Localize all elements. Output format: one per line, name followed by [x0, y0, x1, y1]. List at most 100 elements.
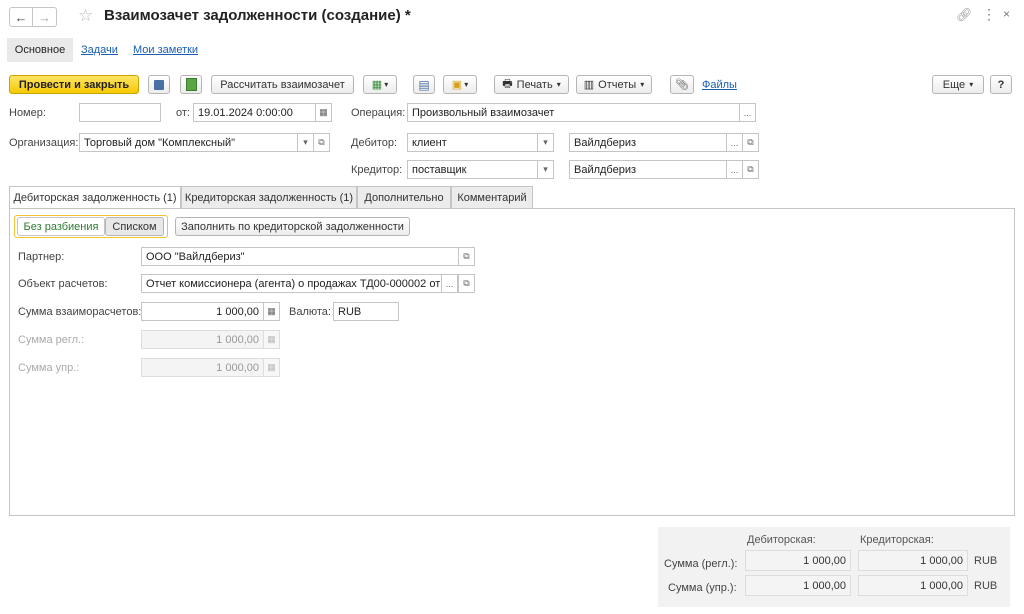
- creditor-label: Кредитор:: [351, 164, 403, 176]
- creditor-type-input[interactable]: поставщик: [407, 160, 538, 179]
- debtor-open-button[interactable]: ⧉: [742, 133, 759, 152]
- organization-open-button[interactable]: ⧉: [313, 133, 330, 152]
- link-icon[interactable]: 🔗︎: [956, 7, 973, 23]
- help-button[interactable]: ?: [990, 75, 1012, 94]
- number-label: Номер:: [9, 107, 46, 119]
- arrow-left-icon: ←: [14, 9, 28, 25]
- fill-by-credit-button[interactable]: Заполнить по кредиторской задолженности: [175, 217, 410, 236]
- sum-reg-calculator-button: ▦: [263, 330, 280, 349]
- organization-dropdown[interactable]: ▾: [297, 133, 314, 152]
- calendar-button[interactable]: ▦: [315, 103, 332, 122]
- structure-button[interactable]: ▤: [413, 75, 435, 94]
- chevron-down-icon: ▾: [543, 137, 548, 147]
- nav-notes[interactable]: Мои заметки: [133, 44, 198, 56]
- operation-input[interactable]: Произвольный взаимозачет: [407, 103, 740, 122]
- post-document-icon: [185, 78, 197, 91]
- reports-button[interactable]: ▥ Отчеты ▾: [576, 75, 652, 94]
- date-label: от:: [176, 107, 190, 119]
- calculator-icon: ▦: [267, 362, 276, 372]
- ellipsis-icon: ...: [743, 107, 752, 118]
- chevron-down-icon: ▾: [640, 80, 645, 89]
- totals-upr-currency: RUB: [974, 580, 998, 592]
- creditor-input[interactable]: Вайлдбериз: [569, 160, 727, 179]
- chevron-down-icon: ▾: [384, 80, 389, 89]
- debtor-label: Дебитор:: [351, 137, 398, 149]
- partner-input[interactable]: ООО "Вайлдбериз": [141, 247, 459, 266]
- open-window-icon: ⧉: [463, 251, 470, 261]
- sum-input[interactable]: 1 000,00: [141, 302, 264, 321]
- reports-label: Отчеты: [598, 78, 637, 91]
- open-window-icon: ⧉: [747, 137, 754, 147]
- tab-comment[interactable]: Комментарий: [451, 186, 533, 208]
- partner-label: Партнер:: [18, 251, 65, 263]
- nav-main[interactable]: Основное: [7, 38, 73, 62]
- open-window-icon: ⧉: [318, 137, 325, 147]
- calc-offset-button[interactable]: Рассчитать взаимозачет: [211, 75, 354, 94]
- more-button[interactable]: Еще ▾: [932, 75, 984, 94]
- list-mode-button[interactable]: Списком: [105, 217, 164, 236]
- debtor-type-input[interactable]: клиент: [407, 133, 538, 152]
- forward-button[interactable]: →: [33, 7, 57, 27]
- debtor-select-button[interactable]: ...: [726, 133, 743, 152]
- print-label: Печать: [516, 78, 553, 91]
- save-button[interactable]: [148, 75, 170, 94]
- partner-open-button[interactable]: ⧉: [458, 247, 475, 266]
- date-input[interactable]: 19.01.2024 0:00:00: [193, 103, 316, 122]
- printer-icon: 🖶: [502, 78, 513, 90]
- no-split-button[interactable]: Без разбиения: [17, 217, 105, 236]
- currency-input[interactable]: RUB: [333, 302, 399, 321]
- object-select-button[interactable]: ...: [441, 274, 458, 293]
- attach-button[interactable]: 📎︎: [670, 75, 694, 94]
- number-input[interactable]: [79, 103, 161, 122]
- totals-reg-label: Сумма (регл.):: [664, 558, 738, 570]
- organization-input[interactable]: Торговый дом "Комплексный": [79, 133, 298, 152]
- debtor-type-dropdown[interactable]: ▾: [537, 133, 554, 152]
- back-button[interactable]: ←: [9, 7, 33, 27]
- more-vertical-icon[interactable]: ⋮: [982, 6, 996, 23]
- calendar-icon: ▦: [319, 107, 328, 117]
- create-based-on-button[interactable]: ▦ ▾: [363, 75, 397, 94]
- sum-reg-label: Сумма регл.:: [18, 334, 85, 346]
- chevron-down-icon: ▾: [556, 80, 561, 89]
- totals-reg-currency: RUB: [974, 555, 998, 567]
- calculator-icon: ▦: [267, 334, 276, 344]
- creditor-select-button[interactable]: ...: [726, 160, 743, 179]
- nav-tasks[interactable]: Задачи: [81, 44, 118, 56]
- tab-credit[interactable]: Кредиторская задолженность (1): [181, 186, 357, 208]
- create-based-icon: ▦: [371, 79, 383, 91]
- related-docs-button[interactable]: ▣ ▾: [443, 75, 477, 94]
- sum-upr-calculator-button: ▦: [263, 358, 280, 377]
- sum-upr-input: 1 000,00: [141, 358, 264, 377]
- object-input[interactable]: Отчет комиссионера (агента) о продажах Т…: [141, 274, 442, 293]
- tab-debit[interactable]: Дебиторская задолженность (1): [9, 186, 181, 209]
- post-button[interactable]: [180, 75, 202, 94]
- close-icon[interactable]: ×: [1003, 7, 1010, 21]
- open-window-icon: ⧉: [463, 278, 470, 288]
- arrow-right-icon: →: [38, 9, 51, 25]
- chevron-down-icon: ▾: [464, 80, 469, 89]
- operation-select-button[interactable]: ...: [739, 103, 756, 122]
- debtor-input[interactable]: Вайлдбериз: [569, 133, 727, 152]
- post-and-close-button[interactable]: Провести и закрыть: [9, 75, 139, 94]
- object-open-button[interactable]: ⧉: [458, 274, 475, 293]
- creditor-type-dropdown[interactable]: ▾: [537, 160, 554, 179]
- sum-calculator-button[interactable]: ▦: [263, 302, 280, 321]
- nav-main-label: Основное: [14, 44, 66, 56]
- currency-label: Валюта:: [289, 306, 331, 318]
- tab-additional[interactable]: Дополнительно: [357, 186, 451, 208]
- totals-upr-label: Сумма (упр.):: [668, 582, 737, 594]
- object-label: Объект расчетов:: [18, 278, 108, 290]
- paperclip-icon: 📎︎: [675, 79, 689, 91]
- totals-upr-debit: 1 000,00: [745, 575, 851, 596]
- more-label: Еще: [942, 78, 966, 91]
- creditor-open-button[interactable]: ⧉: [742, 160, 759, 179]
- totals-upr-credit: 1 000,00: [858, 575, 968, 596]
- favorite-star-icon[interactable]: ☆: [78, 6, 93, 26]
- chevron-down-icon: ▾: [543, 164, 548, 174]
- ellipsis-icon: ...: [730, 137, 739, 148]
- files-link[interactable]: Файлы: [702, 79, 737, 91]
- document-structure-icon: ▤: [418, 77, 430, 92]
- operation-label: Операция:: [351, 107, 406, 119]
- save-icon: [154, 79, 164, 90]
- print-button[interactable]: 🖶 Печать ▾: [494, 75, 569, 94]
